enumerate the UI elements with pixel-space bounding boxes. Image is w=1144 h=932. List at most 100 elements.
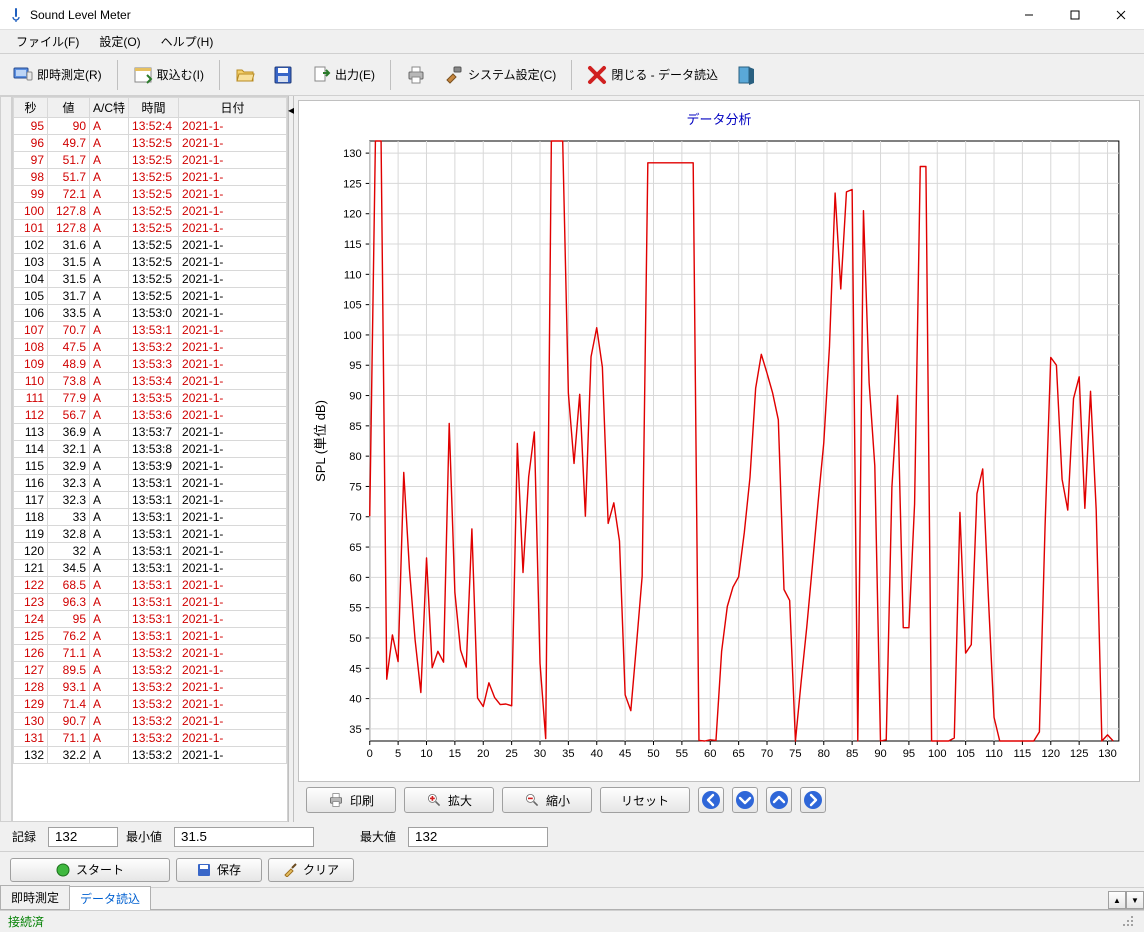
col-date[interactable]: 日付 (179, 98, 287, 118)
table-row[interactable]: 12495A13:53:12021-1- (14, 611, 287, 628)
chart-button-row: 印刷 拡大 縮小 リセット (298, 782, 1140, 818)
table-row[interactable]: 10847.5A13:53:22021-1- (14, 339, 287, 356)
table-row[interactable]: 11732.3A13:53:12021-1- (14, 492, 287, 509)
table-row[interactable]: 11073.8A13:53:42021-1- (14, 373, 287, 390)
table-row[interactable]: 10431.5A13:52:52021-1- (14, 271, 287, 288)
toolbar-close-button[interactable]: 閉じる - データ読込 (580, 60, 725, 90)
table-row[interactable]: 10633.5A13:53:02021-1- (14, 305, 287, 322)
chart-nav-up-button[interactable] (766, 787, 792, 813)
toolbar-print-button[interactable] (399, 60, 433, 90)
clear-button[interactable]: クリア (268, 858, 354, 882)
chart-reset-button[interactable]: リセット (600, 787, 690, 813)
chart-nav-left-button[interactable] (698, 787, 724, 813)
save-button[interactable]: 保存 (176, 858, 262, 882)
close-x-icon (587, 65, 607, 85)
table-row[interactable]: 12134.5A13:53:12021-1- (14, 560, 287, 577)
table-row[interactable]: 101127.8A13:52:52021-1- (14, 220, 287, 237)
table-row[interactable]: 9972.1A13:52:52021-1- (14, 186, 287, 203)
tab-realtime[interactable]: 即時測定 (0, 885, 70, 909)
left-gutter (0, 96, 12, 822)
toolbar-import-button[interactable]: 取込む(I) (126, 60, 211, 90)
table-row[interactable]: 12789.5A13:53:22021-1- (14, 662, 287, 679)
tab-scroll-down[interactable]: ▼ (1126, 891, 1144, 909)
table-row[interactable]: 10770.7A13:53:12021-1- (14, 322, 287, 339)
window-close-button[interactable] (1098, 0, 1144, 30)
menu-settings[interactable]: 設定(O) (89, 29, 150, 54)
table-row[interactable]: 13232.2A13:53:22021-1- (14, 747, 287, 764)
chart-zoomout-button[interactable]: 縮小 (502, 787, 592, 813)
col-idx[interactable]: 秒 (14, 98, 48, 118)
toolbar-realtime-button[interactable]: 即時測定(R) (6, 60, 109, 90)
table-row[interactable]: 12032A13:53:12021-1- (14, 543, 287, 560)
export-icon (311, 65, 331, 85)
table-row[interactable]: 9590A13:52:42021-1- (14, 118, 287, 135)
chart-print-button[interactable]: 印刷 (306, 787, 396, 813)
tab-scroll-up[interactable]: ▲ (1108, 891, 1126, 909)
start-button[interactable]: スタート (10, 858, 170, 882)
table-row[interactable]: 100127.8A13:52:52021-1- (14, 203, 287, 220)
menu-help[interactable]: ヘルプ(H) (151, 29, 224, 54)
toolbar-door-button[interactable] (729, 60, 763, 90)
tab-dataload[interactable]: データ読込 (69, 886, 151, 910)
table-row[interactable]: 11833A13:53:12021-1- (14, 509, 287, 526)
table-row[interactable]: 12671.1A13:53:22021-1- (14, 645, 287, 662)
import-icon (133, 65, 153, 85)
table-row[interactable]: 11932.8A13:53:12021-1- (14, 526, 287, 543)
svg-text:45: 45 (349, 663, 361, 675)
svg-text:125: 125 (1070, 748, 1089, 760)
col-ac[interactable]: A/C特 (90, 98, 129, 118)
col-time[interactable]: 時間 (129, 98, 179, 118)
table-row[interactable]: 10331.5A13:52:52021-1- (14, 254, 287, 271)
close-icon (1116, 10, 1126, 20)
table-row[interactable]: 11532.9A13:53:92021-1- (14, 458, 287, 475)
lower-tabs: 即時測定 データ読込 ▲ ▼ (0, 888, 1144, 910)
svg-text:120: 120 (1041, 748, 1060, 760)
table-row[interactable]: 10531.7A13:52:52021-1- (14, 288, 287, 305)
max-value (408, 827, 548, 847)
table-row[interactable]: 11432.1A13:53:82021-1- (14, 441, 287, 458)
svg-text:25: 25 (505, 748, 517, 760)
chart-svg[interactable]: 3540455055606570758085909510010511011512… (309, 131, 1129, 771)
table-row[interactable]: 11336.9A13:53:72021-1- (14, 424, 287, 441)
table-row[interactable]: 10948.9A13:53:32021-1- (14, 356, 287, 373)
table-row[interactable]: 9649.7A13:52:52021-1- (14, 135, 287, 152)
table-row[interactable]: 10231.6A13:52:52021-1- (14, 237, 287, 254)
table-row[interactable]: 9751.7A13:52:52021-1- (14, 152, 287, 169)
window-minimize-button[interactable] (1006, 0, 1052, 30)
data-table-panel: 秒 値 A/C特 時間 日付 9590A13:52:42021-1-9649.7… (12, 96, 288, 822)
svg-text:50: 50 (647, 748, 659, 760)
table-row[interactable]: 11256.7A13:53:62021-1- (14, 407, 287, 424)
table-row[interactable]: 9851.7A13:52:52021-1- (14, 169, 287, 186)
table-row[interactable]: 12268.5A13:53:12021-1- (14, 577, 287, 594)
toolbar-separator (390, 60, 391, 90)
table-row[interactable]: 12576.2A13:53:12021-1- (14, 628, 287, 645)
window-maximize-button[interactable] (1052, 0, 1098, 30)
toolbar-export-button[interactable]: 出力(E) (304, 60, 382, 90)
svg-text:40: 40 (349, 694, 361, 706)
toolbar-system-button[interactable]: システム設定(C) (437, 60, 563, 90)
svg-text:95: 95 (349, 360, 361, 372)
table-row[interactable]: 13090.7A13:53:22021-1- (14, 713, 287, 730)
svg-text:40: 40 (591, 748, 603, 760)
toolbar-open-button[interactable] (228, 60, 262, 90)
chart-nav-right-button[interactable] (800, 787, 826, 813)
table-row[interactable]: 12893.1A13:53:22021-1- (14, 679, 287, 696)
table-row[interactable]: 12971.4A13:53:22021-1- (14, 696, 287, 713)
splitter-handle: ◂ (289, 100, 293, 120)
data-table[interactable]: 秒 値 A/C特 時間 日付 9590A13:52:42021-1-9649.7… (13, 97, 287, 764)
table-row[interactable]: 13171.1A13:53:22021-1- (14, 730, 287, 747)
svg-text:110: 110 (985, 748, 1003, 760)
maximize-icon (1070, 10, 1080, 20)
svg-text:100: 100 (343, 330, 362, 342)
menu-file[interactable]: ファイル(F) (6, 29, 89, 54)
svg-text:75: 75 (789, 748, 801, 760)
table-row[interactable]: 12396.3A13:53:12021-1- (14, 594, 287, 611)
toolbar-close-label: 閉じる - データ読込 (611, 66, 718, 83)
table-row[interactable]: 11632.3A13:53:12021-1- (14, 475, 287, 492)
col-val[interactable]: 値 (48, 98, 90, 118)
chart-nav-down-button[interactable] (732, 787, 758, 813)
resize-grip[interactable] (1122, 915, 1136, 929)
chart-zoomin-button[interactable]: 拡大 (404, 787, 494, 813)
toolbar-save-button[interactable] (266, 60, 300, 90)
table-row[interactable]: 11177.9A13:53:52021-1- (14, 390, 287, 407)
